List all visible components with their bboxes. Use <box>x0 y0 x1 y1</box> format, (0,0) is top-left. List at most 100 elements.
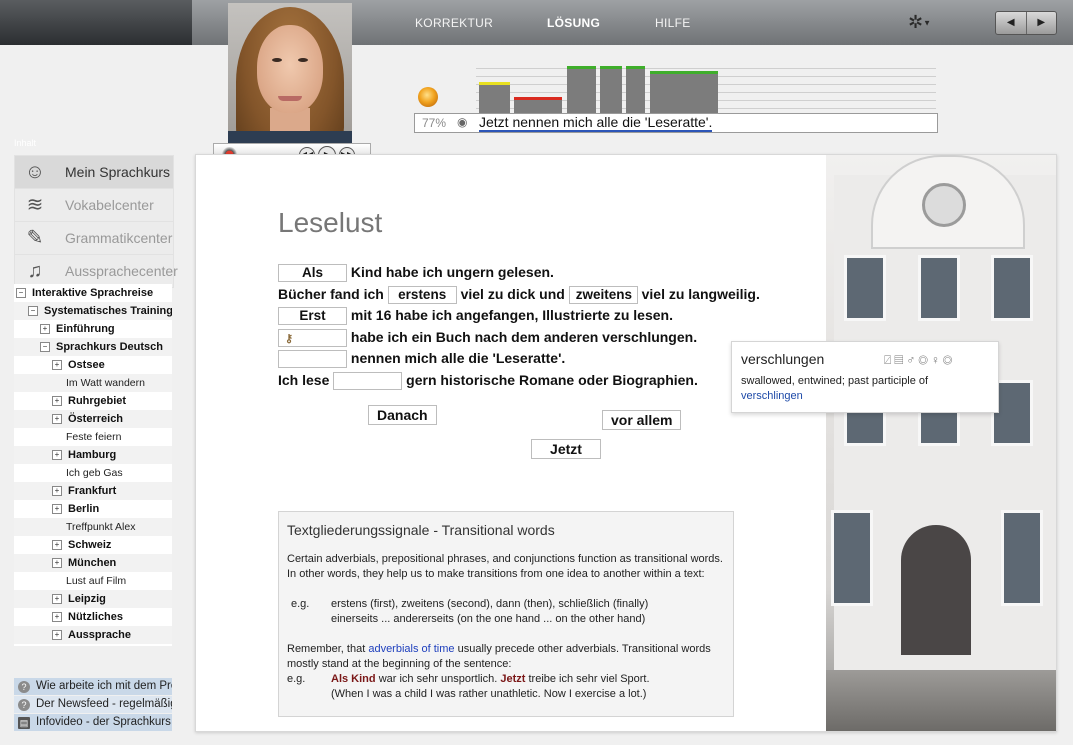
expand-icon[interactable]: + <box>52 450 62 460</box>
word-option-jetzt[interactable]: Jetzt <box>531 439 601 459</box>
tree-item[interactable]: + Leipzig <box>52 590 106 608</box>
help-icon: ? <box>18 699 30 711</box>
sidebar-item-label: Mein Sprachkurs <box>65 164 171 180</box>
adverbials-of-time-link[interactable]: adverbials of time <box>368 643 454 655</box>
audio-progress[interactable]: 77% ◉ Jetzt nennen mich alle die 'Lesera… <box>414 113 938 133</box>
male-audio-icon[interactable]: ♂◎ <box>906 353 931 367</box>
tree-item[interactable]: + Ruhrgebiet <box>52 392 126 410</box>
tooltip-link[interactable]: verschlingen <box>741 390 803 402</box>
conjugation-icon[interactable]: ▤ <box>894 353 906 367</box>
tree-item[interactable]: + Frankfurt <box>52 482 116 500</box>
sidebar-item-grammatikcenter[interactable]: ✎ Grammatikcenter <box>14 221 174 255</box>
answer-blank-4[interactable]: ⚷ <box>278 329 347 348</box>
help-item-newsfeed[interactable]: ? Der Newsfeed - regelmäßig <box>14 696 172 713</box>
sidebar-heading: Inhalt <box>14 138 37 148</box>
answer-blank-2b[interactable]: zweitens <box>568 286 638 305</box>
tree-item-label: Aussprache <box>68 629 131 641</box>
tree-item-label: Feste feiern <box>66 431 122 443</box>
answer-blank-5[interactable] <box>278 350 347 369</box>
expand-icon[interactable]: + <box>52 612 62 622</box>
expand-icon[interactable]: + <box>40 324 50 334</box>
tree-item[interactable]: − Sprachkurs Deutsch <box>40 338 163 356</box>
female-audio-icon[interactable]: ♀◎ <box>931 353 956 367</box>
tab-hilfe[interactable]: HILFE <box>655 16 691 30</box>
word-option-danach[interactable]: Danach <box>368 405 437 425</box>
expand-icon[interactable]: + <box>52 594 62 604</box>
answer-blank-1[interactable]: Als <box>278 264 347 283</box>
tree-item-label: Berlin <box>68 503 100 515</box>
settings-gear-icon[interactable]: ✲▼ <box>908 12 938 32</box>
sidebar-item-aussprachecenter[interactable]: ♫ Aussprachecenter <box>14 254 178 288</box>
help-item-how-to[interactable]: ? Wie arbeite ich mit dem Programm <box>14 678 172 695</box>
exercise-sentence-4: ⚷ habe ich ein Buch nach dem anderen ver… <box>278 327 697 348</box>
tree-item[interactable]: + Hamburg <box>52 446 116 464</box>
tree-item-label: Ostsee <box>68 359 105 371</box>
tree-item[interactable]: Im Watt wandern <box>66 374 145 392</box>
tree-item[interactable]: + München <box>52 554 116 572</box>
expand-icon[interactable]: + <box>52 558 62 568</box>
previous-page-button[interactable]: ◀ <box>996 12 1026 34</box>
answer-blank-2a[interactable]: erstens <box>387 286 457 305</box>
tree-item[interactable]: − Interaktive Sprachreise <box>16 284 153 302</box>
tree-item-label: Schweiz <box>68 539 112 551</box>
pronunciation-level-bars <box>476 62 936 114</box>
tree-item[interactable]: Feste feiern <box>66 428 121 446</box>
help-icon: ? <box>18 681 30 693</box>
expand-icon[interactable]: + <box>52 414 62 424</box>
tree-item-label: Hamburg <box>68 449 117 461</box>
vocabulary-icon: ≋ <box>26 194 44 216</box>
sidebar-item-vokabelcenter[interactable]: ≋ Vokabelcenter <box>14 188 174 222</box>
tree-item-label: Treffpunkt Alex <box>66 521 136 533</box>
tree-item[interactable]: Ich geb Gas <box>66 464 123 482</box>
tree-item[interactable]: + Schweiz <box>52 536 111 554</box>
tree-item-label: Einführung <box>56 323 115 335</box>
level-bar <box>567 66 596 114</box>
exercise-sentence-5: nennen mich alle die 'Leseratte'. <box>278 348 565 369</box>
tree-item-label: Österreich <box>68 413 124 425</box>
expand-icon[interactable]: + <box>52 360 62 370</box>
exercise-sentence-3: Erst mit 16 habe ich angefangen, Illustr… <box>278 305 673 326</box>
level-bar <box>514 97 562 114</box>
tree-item[interactable]: − Systematisches Training <box>28 302 172 320</box>
font-icon[interactable]: ⍁ <box>884 353 894 367</box>
page-navigation: ◀ ▶ <box>995 11 1057 35</box>
word-option-vor-allem[interactable]: vor allem <box>602 410 682 430</box>
collapse-icon[interactable]: − <box>40 342 50 352</box>
sidebar-item-label: Vokabelcenter <box>65 197 154 213</box>
next-page-button[interactable]: ▶ <box>1025 12 1057 34</box>
tree-item[interactable]: + Nützliches <box>52 608 123 626</box>
tab-korrektur[interactable]: KORREKTUR <box>415 16 493 30</box>
sidebar-item-mein-sprachkurs[interactable]: ☺ Mein Sprachkurs <box>14 155 174 189</box>
help-item-label: Wie arbeite ich mit dem Programm <box>36 680 172 692</box>
tree-item-label: Systematisches Training <box>44 305 172 317</box>
answer-blank-6[interactable] <box>333 372 403 391</box>
answer-blank-3[interactable]: Erst <box>278 307 347 326</box>
tree-item-label: Im Watt wandern <box>66 377 145 389</box>
tree-item-label: München <box>68 557 117 569</box>
building-photo <box>826 155 1056 731</box>
tree-item[interactable]: Lust auf Film <box>66 572 126 590</box>
speaker-icon[interactable]: ◉ <box>457 115 467 129</box>
tree-item[interactable]: + Österreich <box>52 410 123 428</box>
expand-icon[interactable]: + <box>52 504 62 514</box>
lesson-card: Leselust Als Kind habe ich ungern gelese… <box>195 154 1057 732</box>
expand-icon[interactable]: + <box>52 630 62 640</box>
tree-item[interactable]: + Aussprache <box>52 626 131 644</box>
help-item-infovideo[interactable]: ▤ Infovideo - der Sprachkurs <box>14 714 172 731</box>
info-eg-label: e.g. <box>291 598 310 610</box>
collapse-icon[interactable]: − <box>28 306 38 316</box>
tree-item-label: Interaktive Sprachreise <box>32 287 154 299</box>
help-item-label: Infovideo - der Sprachkurs <box>36 716 171 728</box>
collapse-icon[interactable]: − <box>16 288 26 298</box>
tree-item[interactable]: + Berlin <box>52 500 99 518</box>
tree-item[interactable]: Treffpunkt Alex <box>66 518 135 536</box>
level-bar <box>650 71 718 114</box>
tree-item[interactable]: + Einführung <box>40 320 115 338</box>
microphone-icon: ♫ <box>27 260 43 282</box>
expand-icon[interactable]: + <box>52 540 62 550</box>
info-eg-label-2: e.g. <box>287 673 306 685</box>
expand-icon[interactable]: + <box>52 486 62 496</box>
tab-loesung[interactable]: LÖSUNG <box>547 16 600 30</box>
tree-item[interactable]: + Ostsee <box>52 356 105 374</box>
expand-icon[interactable]: + <box>52 396 62 406</box>
